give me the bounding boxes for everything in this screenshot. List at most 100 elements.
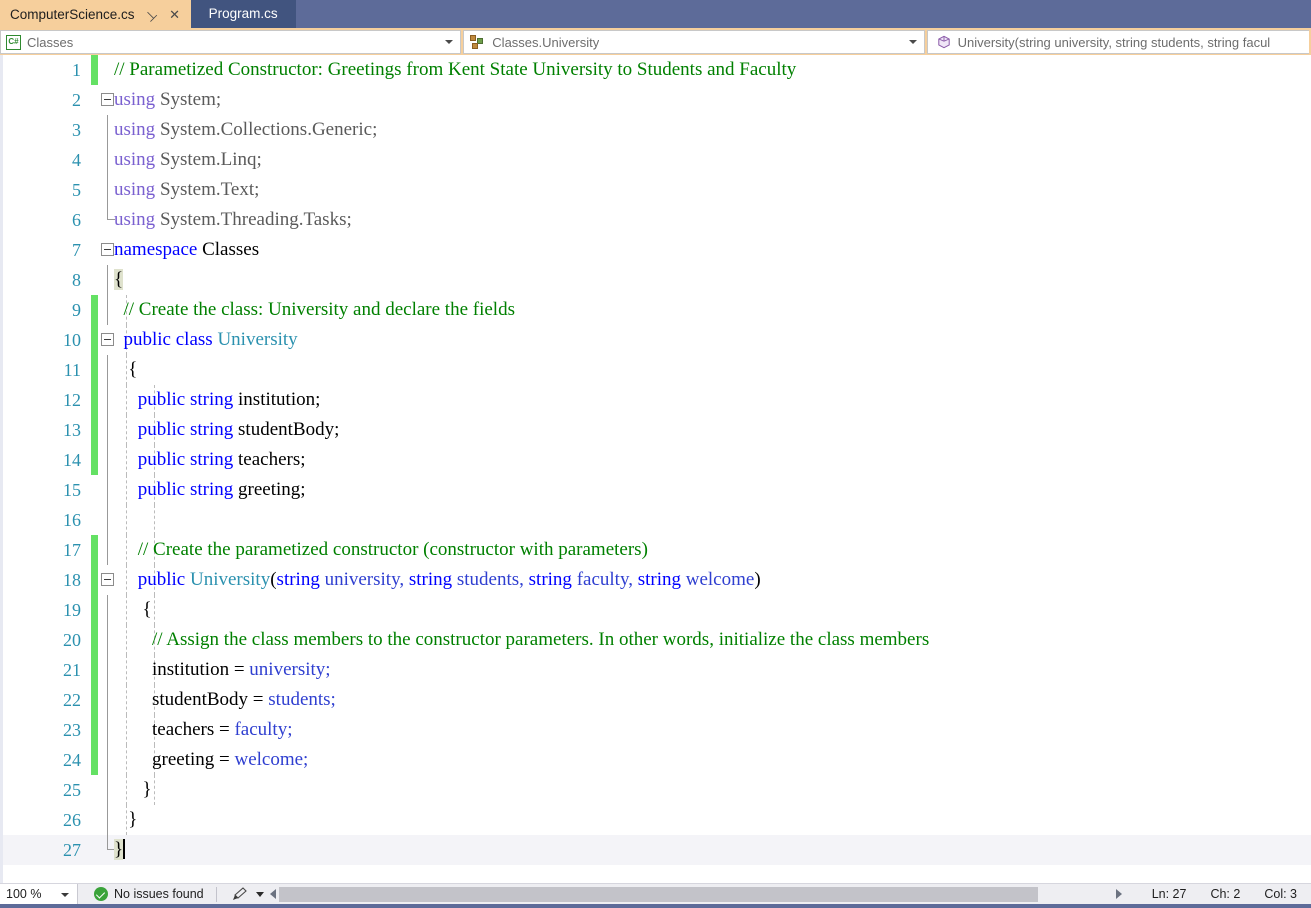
- outlining-gutter[interactable]: [98, 595, 155, 625]
- line-number: 23: [63, 719, 81, 740]
- identifier-token: Classes: [197, 239, 260, 260]
- type-dropdown[interactable]: Classes.University: [463, 30, 925, 54]
- project-dropdown-value: Classes: [27, 34, 74, 50]
- outlining-gutter[interactable]: [98, 445, 155, 475]
- identifier-token: greeting;: [233, 479, 306, 500]
- parameter-token: students,: [452, 569, 529, 590]
- outlining-gutter[interactable]: [98, 55, 114, 85]
- outlining-guide: [107, 445, 108, 475]
- outlining-gutter[interactable]: [98, 745, 155, 775]
- chevron-down-icon[interactable]: [908, 40, 917, 44]
- code-line-current: 27 }: [3, 835, 1311, 865]
- code-line: 24 greeting = welcome;: [3, 745, 1311, 775]
- code-area[interactable]: 1 // Parametized Constructor: Greetings …: [3, 55, 1311, 883]
- pin-icon[interactable]: ⊣: [141, 6, 160, 25]
- change-bar: [91, 595, 98, 625]
- outlining-gutter[interactable]: [98, 175, 114, 205]
- change-bar: [91, 385, 98, 415]
- tab-program-cs[interactable]: Program.cs: [190, 0, 296, 28]
- code-text: teachers = faculty;: [114, 719, 1311, 741]
- code-line: 5 using System.Text;: [3, 175, 1311, 205]
- tab-label: ComputerScience.cs: [10, 7, 135, 23]
- keyword-token: using: [114, 149, 156, 170]
- tab-computerscience-cs[interactable]: ComputerScience.cs ⊣ ✕: [0, 0, 191, 28]
- fold-toggle-icon[interactable]: [101, 333, 114, 346]
- member-dropdown[interactable]: University(string university, string stu…: [926, 30, 1309, 54]
- line-number: 11: [63, 359, 81, 380]
- change-bar: [91, 175, 98, 205]
- line-number: 25: [63, 779, 81, 800]
- horizontal-scrollbar[interactable]: [269, 886, 1122, 903]
- change-bar: [91, 145, 98, 175]
- issues-status[interactable]: No issues found: [94, 887, 204, 901]
- scroll-right-arrow-icon[interactable]: [1115, 889, 1122, 899]
- keyword-token: public string: [137, 389, 234, 410]
- outlining-gutter[interactable]: [98, 205, 115, 235]
- outlining-guide: [107, 295, 108, 325]
- scrollbar-thumb[interactable]: [278, 886, 1038, 902]
- fold-toggle-icon[interactable]: [101, 93, 114, 106]
- outlining-gutter[interactable]: [98, 145, 114, 175]
- outlining-gutter[interactable]: [98, 625, 155, 655]
- outlining-gutter[interactable]: [98, 385, 155, 415]
- scrollbar-track[interactable]: [278, 886, 1113, 902]
- change-bar: [91, 565, 98, 595]
- code-line: 10 public class University: [3, 325, 1311, 355]
- outlining-gutter[interactable]: [98, 535, 155, 565]
- code-text: public class University: [114, 329, 1311, 351]
- namespace-token: System.Text;: [155, 179, 260, 200]
- outlining-guide: [107, 265, 108, 295]
- outlining-gutter[interactable]: [98, 715, 155, 745]
- fold-toggle-icon[interactable]: [101, 573, 114, 586]
- scroll-left-arrow-icon[interactable]: [269, 889, 276, 899]
- outlining-guide: [107, 625, 108, 655]
- zoom-level-dropdown[interactable]: 100 %: [0, 883, 78, 905]
- outlining-gutter[interactable]: [98, 85, 114, 115]
- code-line: 3 using System.Collections.Generic;: [3, 115, 1311, 145]
- outlining-gutter[interactable]: [98, 805, 127, 835]
- outlining-gutter[interactable]: [98, 475, 155, 505]
- outlining-gutter[interactable]: [98, 325, 127, 355]
- change-bar: [91, 775, 98, 805]
- outlining-gutter[interactable]: [98, 775, 155, 805]
- caret-position-indicators: Ln: 27 Ch: 2 Col: 3: [1128, 887, 1297, 901]
- project-dropdown[interactable]: C# Classes: [0, 30, 462, 54]
- type-token: University: [185, 569, 271, 590]
- outlining-gutter[interactable]: [98, 415, 155, 445]
- outlining-gutter[interactable]: [98, 565, 155, 595]
- identifier-token: greeting =: [152, 749, 235, 770]
- outlining-gutter[interactable]: [98, 685, 155, 715]
- line-number: 19: [63, 599, 81, 620]
- line-number: 21: [63, 659, 81, 680]
- line-number: 17: [63, 539, 81, 560]
- outlining-gutter[interactable]: [98, 505, 155, 535]
- code-line: 21 institution = university;: [3, 655, 1311, 685]
- identifier-token: studentBody =: [152, 689, 269, 710]
- outlining-gutter[interactable]: [98, 295, 127, 325]
- outlining-guide: [107, 415, 108, 445]
- check-circle-icon: [94, 887, 108, 901]
- outlining-gutter[interactable]: [98, 355, 127, 385]
- chevron-down-icon[interactable]: [255, 891, 264, 897]
- line-number: 7: [72, 239, 81, 260]
- code-editor[interactable]: 1 // Parametized Constructor: Greetings …: [0, 55, 1311, 883]
- code-text: public string greeting;: [114, 479, 1311, 501]
- code-line: 9 // Create the class: University and de…: [3, 295, 1311, 325]
- change-bar: [91, 805, 98, 835]
- fold-toggle-icon[interactable]: [101, 243, 114, 256]
- chevron-down-icon[interactable]: [445, 40, 454, 44]
- code-text: namespace Classes: [114, 239, 1311, 261]
- window-bottom-border: [0, 904, 1311, 908]
- keyword-token: public class: [123, 329, 213, 350]
- code-cleanup-button[interactable]: [229, 886, 264, 902]
- close-icon[interactable]: ✕: [167, 6, 183, 24]
- outlining-gutter[interactable]: [98, 835, 115, 865]
- outlining-gutter[interactable]: [98, 115, 114, 145]
- line-number: 24: [63, 749, 81, 770]
- outlining-gutter[interactable]: [98, 235, 114, 265]
- chevron-down-icon[interactable]: [61, 892, 69, 897]
- outlining-gutter[interactable]: [98, 655, 155, 685]
- outlining-gutter[interactable]: [98, 265, 114, 295]
- keyword-token: string: [528, 569, 572, 590]
